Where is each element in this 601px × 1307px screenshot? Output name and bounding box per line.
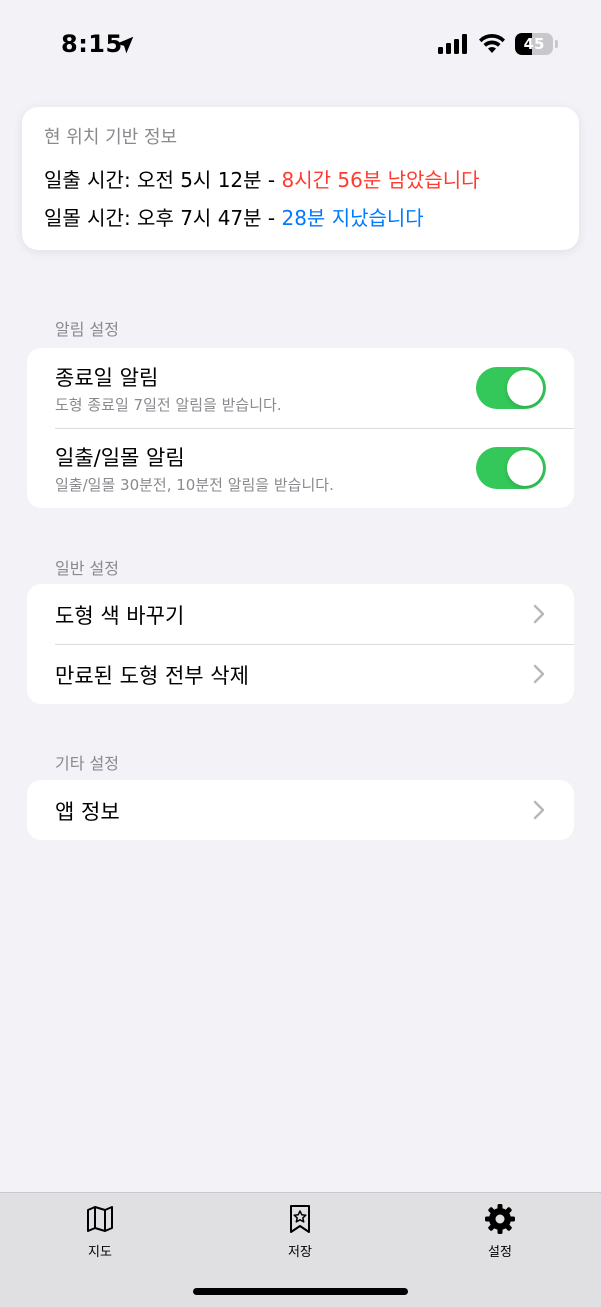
home-indicator xyxy=(193,1288,408,1295)
end-date-alert-subtitle: 도형 종료일 7일전 알림을 받습니다. xyxy=(55,396,282,414)
app-info-row[interactable]: 앱 정보 xyxy=(27,780,574,840)
notification-settings-group: 종료일 알림 도형 종료일 7일전 알림을 받습니다. 일출/일몰 알림 일출/… xyxy=(27,348,574,508)
change-shape-color-label: 도형 색 바꾸기 xyxy=(55,604,185,628)
tab-saved[interactable]: 저장 xyxy=(240,1203,360,1263)
tab-settings[interactable]: 설정 xyxy=(440,1203,560,1263)
gear-icon xyxy=(485,1204,515,1234)
battery-indicator: 45 xyxy=(515,33,559,55)
tab-settings-label: 설정 xyxy=(488,1245,512,1260)
toggle-knob xyxy=(507,370,543,406)
sun-alert-title: 일출/일몰 알림 xyxy=(55,446,185,470)
tab-map-label: 지도 xyxy=(88,1245,112,1260)
general-section-header: 일반 설정 xyxy=(55,559,119,578)
sun-alert-toggle[interactable] xyxy=(476,447,546,489)
status-bar: 8:15 45 xyxy=(0,0,601,90)
sunset-info: 일몰 시간: 오후 7시 47분 - 28분 지났습니다 xyxy=(44,202,424,231)
bookmark-star-icon xyxy=(290,1205,310,1233)
location-info-card: 현 위치 기반 정보 일출 시간: 오전 5시 12분 - 8시간 56분 남았… xyxy=(22,107,579,250)
delete-expired-shapes-row[interactable]: 만료된 도형 전부 삭제 xyxy=(27,644,574,704)
end-date-alert-toggle[interactable] xyxy=(476,367,546,409)
app-info-label: 앱 정보 xyxy=(55,800,120,824)
map-icon xyxy=(87,1206,113,1232)
sunset-passed-text: 28분 지났습니다 xyxy=(281,206,424,230)
change-shape-color-row[interactable]: 도형 색 바꾸기 xyxy=(27,584,574,644)
location-arrow-icon xyxy=(116,36,134,54)
other-settings-group: 앱 정보 xyxy=(27,780,574,840)
sunrise-time-text: 일출 시간: 오전 5시 12분 - xyxy=(44,168,282,192)
cellular-signal-icon xyxy=(438,34,467,54)
sunrise-info: 일출 시간: 오전 5시 12분 - 8시간 56분 남았습니다 xyxy=(44,164,480,193)
tab-saved-label: 저장 xyxy=(288,1245,312,1260)
chevron-right-icon xyxy=(533,604,545,624)
tab-map[interactable]: 지도 xyxy=(40,1203,160,1263)
sunrise-remaining-text: 8시간 56분 남았습니다 xyxy=(281,168,480,192)
location-card-title: 현 위치 기반 정보 xyxy=(44,127,178,148)
end-date-alert-row: 종료일 알림 도형 종료일 7일전 알림을 받습니다. xyxy=(27,348,574,428)
battery-level-text: 45 xyxy=(523,35,545,53)
sunset-time-text: 일몰 시간: 오후 7시 47분 - xyxy=(44,206,282,230)
chevron-right-icon xyxy=(533,664,545,684)
delete-expired-shapes-label: 만료된 도형 전부 삭제 xyxy=(55,664,249,688)
wifi-icon xyxy=(479,33,505,53)
notification-section-header: 알림 설정 xyxy=(55,320,119,339)
sun-alert-subtitle: 일출/일몰 30분전, 10분전 알림을 받습니다. xyxy=(55,476,334,494)
general-settings-group: 도형 색 바꾸기 만료된 도형 전부 삭제 xyxy=(27,584,574,704)
toggle-knob xyxy=(507,450,543,486)
chevron-right-icon xyxy=(533,800,545,820)
end-date-alert-title: 종료일 알림 xyxy=(55,366,159,390)
sun-alert-row: 일출/일몰 알림 일출/일몰 30분전, 10분전 알림을 받습니다. xyxy=(27,428,574,508)
other-section-header: 기타 설정 xyxy=(55,754,119,773)
